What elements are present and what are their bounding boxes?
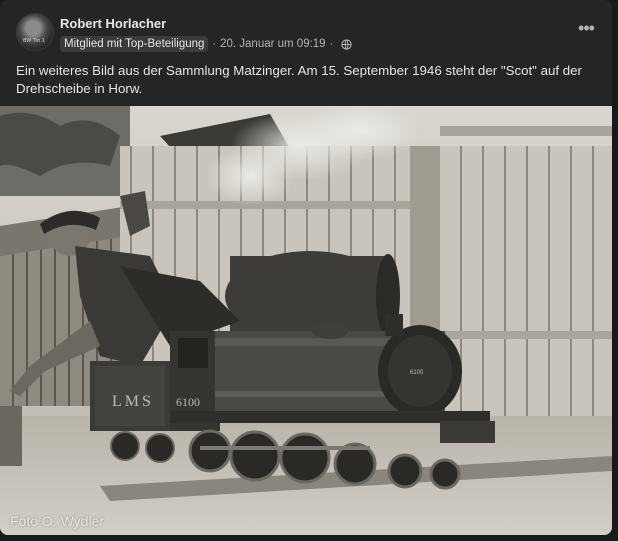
locomotive-photo: LMS 6100 6100 <box>0 106 612 535</box>
post-text: Ein weiteres Bild aus der Sammlung Matzi… <box>16 63 582 96</box>
meta-separator: · <box>212 38 217 50</box>
cab-number: 6100 <box>176 395 200 409</box>
post-meta: Mitglied mit Top-Beteiligung · 20. Janua… <box>60 35 352 53</box>
member-badge[interactable]: Mitglied mit Top-Beteiligung <box>60 36 209 52</box>
more-horizontal-icon[interactable]: ••• <box>574 19 598 43</box>
post-timestamp[interactable]: 20. Januar um 09:19 <box>220 38 326 50</box>
avatar-caption: BW Tin 1 <box>23 38 46 44</box>
tender-lettering: LMS <box>112 393 154 410</box>
author-avatar[interactable]: BW Tin 1 <box>16 13 54 51</box>
meta-separator-2: · <box>329 38 334 50</box>
smokebox-number: 6100 <box>410 370 424 376</box>
author-name[interactable]: Robert Horlacher <box>60 16 166 31</box>
post-photo[interactable]: LMS 6100 6100 Foto O. Wydler <box>0 106 612 535</box>
post-header: BW Tin 1 Robert Horlacher Mitglied mit T… <box>16 13 596 53</box>
feed-post: BW Tin 1 Robert Horlacher Mitglied mit T… <box>0 0 612 535</box>
globe-icon[interactable] <box>341 38 352 50</box>
photo-watermark: Foto O. Wydler <box>10 513 105 529</box>
